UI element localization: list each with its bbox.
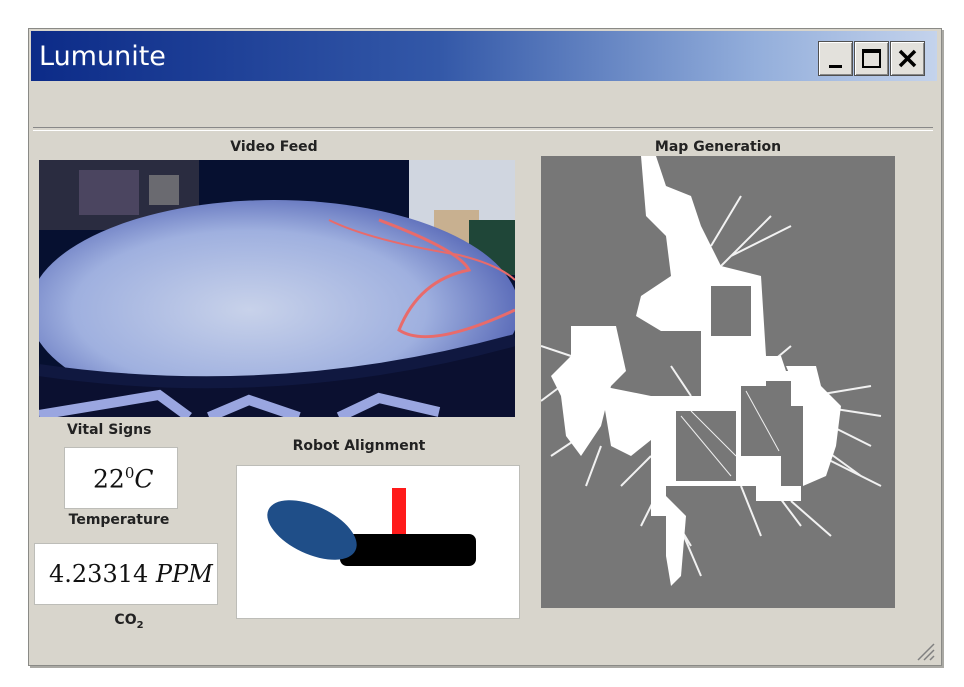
temperature-label: Temperature xyxy=(68,512,170,528)
minimize-icon xyxy=(829,65,842,68)
video-frame-image xyxy=(39,160,515,417)
app-window: Lumunite Video Feed Map Generation Vital… xyxy=(28,28,942,666)
close-icon xyxy=(898,49,917,68)
robot-alignment-graphic xyxy=(267,488,476,566)
co2-label-main: CO xyxy=(114,612,137,628)
robot-alignment-label: Robot Alignment xyxy=(292,438,426,454)
co2-value: 4.23314 xyxy=(49,560,149,588)
map-view xyxy=(540,156,895,608)
alignment-marker xyxy=(392,488,406,534)
co2-reading: 4.23314 PPM xyxy=(49,560,213,588)
title-bar[interactable]: Lumunite xyxy=(31,31,937,81)
temperature-display: 220C xyxy=(64,447,178,509)
vital-signs-label: Vital Signs xyxy=(67,422,152,438)
occupancy-map-image xyxy=(540,156,895,608)
window-title: Lumunite xyxy=(39,41,166,72)
robot-alignment-panel xyxy=(236,465,520,619)
map-generation-label: Map Generation xyxy=(654,139,782,155)
video-feed-label: Video Feed xyxy=(230,139,318,155)
co2-label-subscript: 2 xyxy=(136,619,144,631)
co2-unit: PPM xyxy=(155,560,213,588)
divider xyxy=(33,127,933,131)
temperature-value: 22 xyxy=(93,464,125,494)
temperature-degree-sup: 0 xyxy=(124,464,135,482)
video-feed xyxy=(39,160,515,417)
minimize-button[interactable] xyxy=(818,41,853,76)
co2-display: 4.23314 PPM xyxy=(34,543,218,605)
temperature-reading: 220C xyxy=(93,464,154,493)
maximize-button[interactable] xyxy=(854,41,889,76)
co2-label: CO2 xyxy=(79,612,179,631)
resize-grip-icon[interactable] xyxy=(913,639,935,661)
robot-body xyxy=(340,534,476,566)
maximize-icon xyxy=(862,49,881,68)
close-button[interactable] xyxy=(890,41,925,76)
temperature-unit: C xyxy=(134,464,154,494)
